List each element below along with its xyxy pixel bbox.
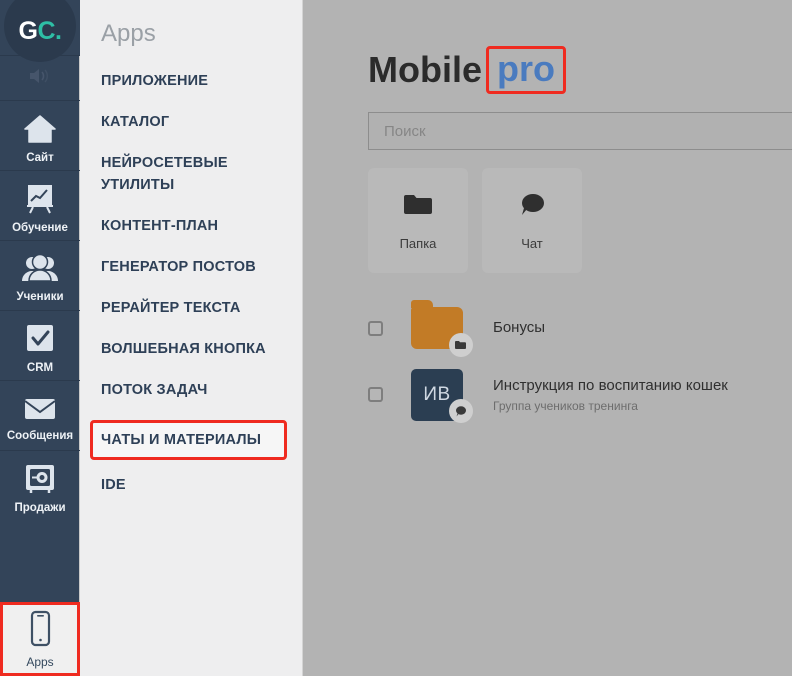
chat-badge-icon xyxy=(449,399,473,423)
sidebar-item-students[interactable]: Ученики xyxy=(0,240,80,310)
sidebar-item-label: Apps xyxy=(26,655,54,669)
envelope-icon xyxy=(21,395,59,428)
row-title: Инструкция по воспитанию кошек xyxy=(493,376,728,394)
row-texts: Бонусы xyxy=(493,318,545,338)
folder-badge-icon xyxy=(449,333,473,357)
sidebar-item-label: CRM xyxy=(26,361,54,374)
menu-item-text-rewriter[interactable]: РЕРАЙТЕР ТЕКСТА xyxy=(101,297,286,319)
app-root: GC. Сайт Обучение Ученики CRM Сообщения … xyxy=(0,0,792,676)
sidebar-item-sound[interactable] xyxy=(0,55,80,100)
sidebar-item-apps[interactable]: Apps xyxy=(0,602,80,676)
chat-thumbnail: ИВ xyxy=(411,369,473,423)
folder-icon xyxy=(401,191,435,224)
search-placeholder: Поиск xyxy=(384,122,426,140)
menu-item-post-generator[interactable]: ГЕНЕРАТОР ПОСТОВ xyxy=(101,256,286,278)
sidebar-item-crm[interactable]: CRM xyxy=(0,310,80,380)
chat-bubble-icon xyxy=(515,191,549,224)
menu-item-katalog[interactable]: КАТАЛОГ xyxy=(101,111,286,133)
menu-item-neural-utilities[interactable]: НЕЙРОСЕТЕВЫЕ УТИЛИТЫ xyxy=(101,152,286,196)
row-checkbox[interactable] xyxy=(368,320,383,336)
card-label: Чат xyxy=(521,235,543,251)
sidebar-item-label: Сообщения xyxy=(6,429,74,442)
card-label: Папка xyxy=(399,235,437,251)
sidebar-item-label: Ученики xyxy=(16,290,64,303)
create-chat-card[interactable]: Чат xyxy=(482,168,582,273)
users-icon xyxy=(20,253,60,289)
sidebar-item-label: Обучение xyxy=(12,221,68,234)
safe-vault-icon xyxy=(22,463,58,500)
sidebar-item-label: Сайт xyxy=(26,151,54,164)
menu-item-ide[interactable]: IDE xyxy=(101,474,286,496)
speaker-muted-icon xyxy=(27,66,53,91)
page-title-mobile: Mobile xyxy=(368,49,482,90)
checkbox-square-icon xyxy=(23,323,57,360)
logo-text-c: C. xyxy=(37,16,62,45)
items-list: Бонусы ИВ Инструкция по воспитанию кошек xyxy=(368,295,792,427)
menu-item-prilozhenie[interactable]: ПРИЛОЖЕНИЕ xyxy=(101,70,286,92)
main-content: Mobile pro Поиск Папка Чат Бонусы ИВ Инс… xyxy=(303,0,792,676)
sidebar-item-messages[interactable]: Сообщения xyxy=(0,380,80,450)
sidebar-item-label: Продажи xyxy=(14,501,66,514)
page-title-pro: pro xyxy=(486,46,566,94)
list-item[interactable]: ИВ Инструкция по воспитанию кошек Группа… xyxy=(368,361,792,427)
left-sidebar-rail: GC. Сайт Обучение Ученики CRM Сообщения … xyxy=(0,0,80,676)
mobile-phone-icon xyxy=(26,609,54,654)
action-cards: Папка Чат xyxy=(368,168,792,273)
menu-item-content-plan[interactable]: КОНТЕНТ-ПЛАН xyxy=(101,215,286,237)
row-texts: Инструкция по воспитанию кошек Группа уч… xyxy=(493,376,728,413)
row-subtitle: Группа учеников тренинга xyxy=(493,398,638,413)
logo-text-g: G xyxy=(18,16,38,45)
menu-panel-title: Apps xyxy=(101,20,156,47)
row-title: Бонусы xyxy=(493,319,546,336)
row-checkbox[interactable] xyxy=(368,386,383,402)
home-icon xyxy=(21,113,59,150)
search-input[interactable]: Поиск xyxy=(368,112,792,150)
menu-item-magic-button[interactable]: ВОЛШЕБНАЯ КНОПКА xyxy=(101,338,286,360)
folder-thumbnail xyxy=(411,300,473,357)
menu-item-chats-and-materials[interactable]: ЧАТЫ И МАТЕРИАЛЫ xyxy=(90,420,287,460)
menu-item-task-flow[interactable]: ПОТОК ЗАДАЧ xyxy=(101,379,286,401)
apps-menu-panel: Apps ПРИЛОЖЕНИЕ КАТАЛОГ НЕЙРОСЕТЕВЫЕ УТИ… xyxy=(80,0,303,676)
logo-container[interactable]: GC. xyxy=(0,0,80,62)
chart-board-icon xyxy=(21,183,59,220)
sidebar-item-sales[interactable]: Продажи xyxy=(0,450,80,520)
gc-logo-icon[interactable]: GC. xyxy=(4,0,76,62)
list-item[interactable]: Бонусы xyxy=(368,295,792,361)
page-title: Mobile pro xyxy=(368,46,792,94)
sidebar-item-site[interactable]: Сайт xyxy=(0,100,80,170)
create-folder-card[interactable]: Папка xyxy=(368,168,468,273)
sidebar-item-training[interactable]: Обучение xyxy=(0,170,80,240)
